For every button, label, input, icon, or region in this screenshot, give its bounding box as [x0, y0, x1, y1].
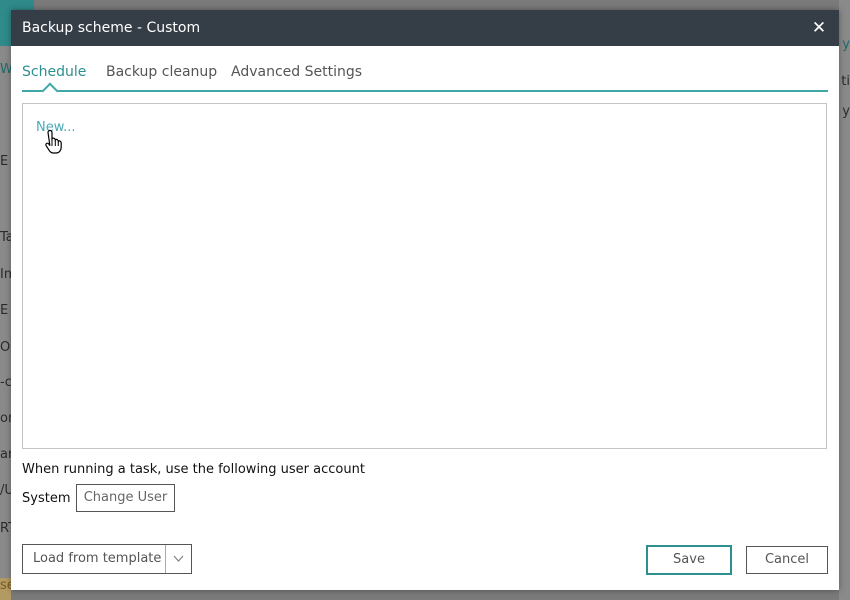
- background-left-edge: [0, 0, 11, 600]
- tab-backup-cleanup[interactable]: Backup cleanup: [106, 64, 217, 80]
- background-left-text: on: [0, 411, 11, 426]
- save-button[interactable]: Save: [646, 545, 732, 575]
- current-user-account: System: [22, 491, 71, 506]
- tab-underline: [22, 90, 828, 92]
- load-from-template-dropdown[interactable]: Load from template: [22, 544, 192, 574]
- cancel-button[interactable]: Cancel: [746, 546, 828, 574]
- background-left-text: ar: [0, 447, 11, 462]
- tab-schedule[interactable]: Schedule: [22, 64, 86, 80]
- background-left-text: E: [0, 154, 9, 169]
- background-left-text: W: [0, 62, 11, 77]
- background-right-text: y: [842, 37, 850, 52]
- tab-advanced-settings[interactable]: Advanced Settings: [231, 64, 362, 80]
- background-left-text: RT: [0, 521, 11, 536]
- background-left-text: se: [0, 578, 11, 593]
- background-right-text: ti: [841, 74, 850, 89]
- background-left-text: /U: [0, 483, 11, 498]
- background-left-text: Op: [0, 340, 11, 355]
- dialog-title: Backup scheme - Custom: [22, 20, 201, 36]
- dialog-title-bar: Backup scheme - Custom ✕: [11, 10, 839, 46]
- load-from-template-label: Load from template: [33, 551, 162, 566]
- background-left-text: Im: [0, 267, 11, 282]
- chevron-down-icon: [173, 555, 184, 562]
- close-button[interactable]: ✕: [809, 17, 829, 39]
- change-user-button[interactable]: Change User: [76, 484, 175, 512]
- background-left-text: E: [0, 303, 9, 318]
- schedule-list: New...: [22, 103, 827, 449]
- tab-bar: Schedule Backup cleanup Advanced Setting…: [22, 55, 828, 100]
- template-dropdown-toggle[interactable]: [166, 545, 191, 573]
- hand-cursor-icon: [45, 129, 62, 154]
- active-tab-indicator: [41, 82, 59, 100]
- background-right-text: y: [842, 104, 850, 119]
- background-right-edge: [839, 0, 850, 600]
- backup-scheme-dialog: Backup scheme - Custom ✕ Schedule Backup…: [11, 10, 839, 590]
- account-description: When running a task, use the following u…: [22, 462, 365, 477]
- background-left-text: Ta: [0, 230, 11, 245]
- close-icon: ✕: [811, 18, 827, 38]
- background-left-text: -co: [0, 375, 11, 390]
